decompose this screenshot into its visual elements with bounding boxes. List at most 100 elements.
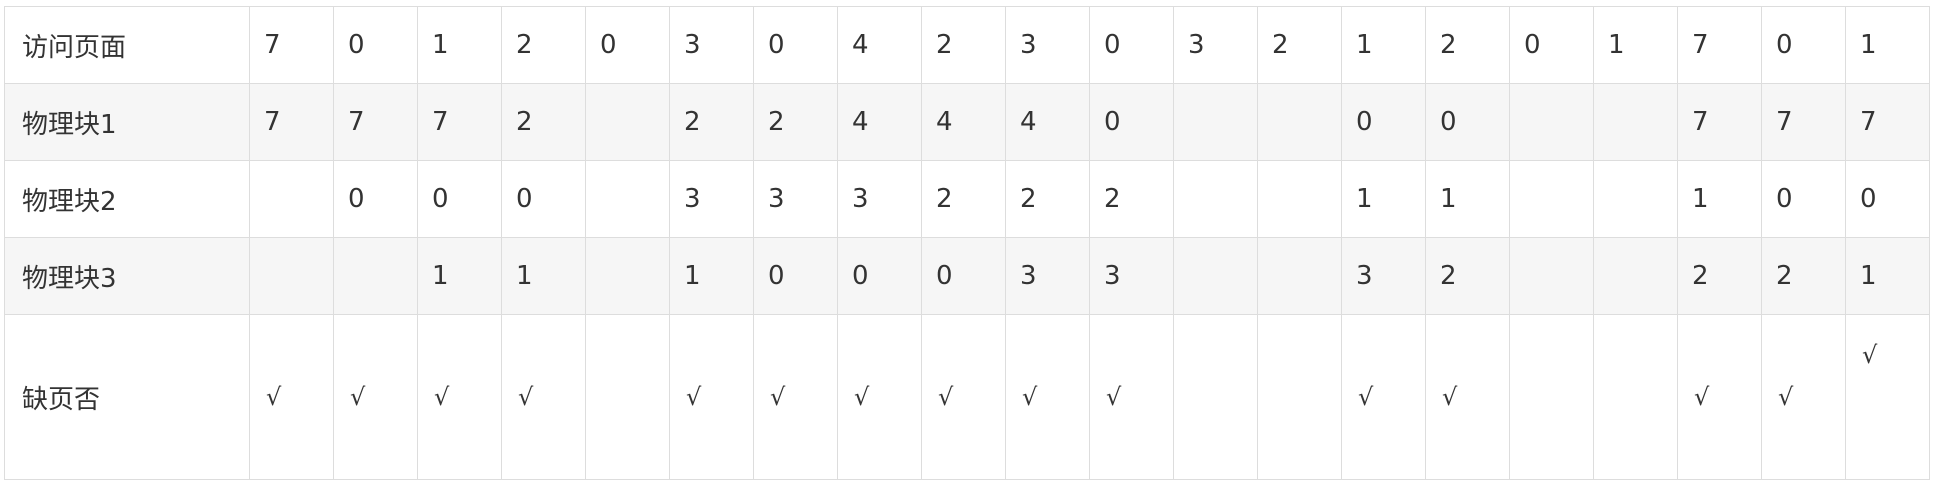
table-cell: 3: [1341, 237, 1426, 315]
page-fault-row: 缺页否 √ √ √ √ √ √ √ √ √ √ √ √ √ √ √: [4, 314, 1930, 480]
physical-block-1-row: 物理块1 7 7 7 2 2 2 4 4 4 0 0 0 7 7 7: [4, 83, 1930, 161]
table-cell: [249, 237, 334, 315]
table-cell: 0: [417, 160, 502, 238]
page-fault-cell: [1257, 314, 1342, 480]
table-cell: [585, 160, 670, 238]
table-cell: [1257, 160, 1342, 238]
table-cell: 3: [1005, 6, 1090, 84]
table-cell: 1: [1677, 160, 1762, 238]
table-cell: [249, 160, 334, 238]
page-fault-cell: √: [1845, 314, 1930, 480]
table-cell: 0: [921, 237, 1006, 315]
table-cell: 3: [837, 160, 922, 238]
table-cell: 4: [1005, 83, 1090, 161]
table-cell: 3: [669, 160, 754, 238]
table-cell: 2: [1257, 6, 1342, 84]
page-fault-cell: √: [1089, 314, 1174, 480]
table-cell: 2: [1005, 160, 1090, 238]
table-cell: 1: [669, 237, 754, 315]
page-fault-cell: [1593, 314, 1678, 480]
table-cell: 1: [1341, 6, 1426, 84]
table-cell: [1509, 237, 1594, 315]
row-label: 物理块2: [4, 160, 250, 238]
table-cell: 1: [1845, 6, 1930, 84]
table-cell: 0: [1845, 160, 1930, 238]
table-cell: 1: [1593, 6, 1678, 84]
page-fault-cell: [1509, 314, 1594, 480]
table-cell: 1: [417, 237, 502, 315]
table-cell: 1: [1845, 237, 1930, 315]
page-fault-cell: √: [333, 314, 418, 480]
page-fault-cell: √: [1425, 314, 1510, 480]
table-cell: 2: [753, 83, 838, 161]
physical-block-2-row: 物理块2 0 0 0 3 3 3 2 2 2 1 1 1 0 0: [4, 160, 1930, 238]
table-cell: 4: [921, 83, 1006, 161]
table-cell: 2: [1677, 237, 1762, 315]
table-cell: 1: [417, 6, 502, 84]
table-cell: 0: [753, 6, 838, 84]
table-cell: 3: [1005, 237, 1090, 315]
page-fault-cell: √: [837, 314, 922, 480]
table-cell: 0: [1761, 160, 1846, 238]
table-cell: 4: [837, 6, 922, 84]
table-cell: 7: [249, 6, 334, 84]
table-cell: 1: [1341, 160, 1426, 238]
page-fault-cell: √: [921, 314, 1006, 480]
page-fault-cell: [1173, 314, 1258, 480]
table-cell: 2: [669, 83, 754, 161]
table-cell: 2: [921, 6, 1006, 84]
table-cell: [1509, 160, 1594, 238]
table-cell: 0: [1425, 83, 1510, 161]
table-cell: 7: [1845, 83, 1930, 161]
table-cell: 3: [753, 160, 838, 238]
table-cell: 0: [1089, 6, 1174, 84]
page-fault-cell: √: [249, 314, 334, 480]
table-cell: [1593, 160, 1678, 238]
table-cell: [1593, 237, 1678, 315]
row-label: 物理块1: [4, 83, 250, 161]
page-fault-cell: √: [1677, 314, 1762, 480]
table-cell: 0: [333, 6, 418, 84]
table-cell: [585, 237, 670, 315]
table-body: 访问页面 7 0 1 2 0 3 0 4 2 3 0 3 2 1 2 0 1 7 0 1 物理块1 7 7 7 2 2 2 4 4 4 0 0 0…: [4, 6, 1930, 480]
table-cell: 0: [501, 160, 586, 238]
table-cell: [1173, 83, 1258, 161]
table-cell: 7: [417, 83, 502, 161]
table-cell: 2: [1425, 237, 1510, 315]
page-fault-cell: √: [417, 314, 502, 480]
physical-block-3-row: 物理块3 1 1 1 0 0 0 3 3 3 2 2 2 1: [4, 237, 1930, 315]
table-cell: [1593, 83, 1678, 161]
page-fault-cell: √: [1005, 314, 1090, 480]
row-label: 访问页面: [4, 6, 250, 84]
page-fault-cell: √: [1761, 314, 1846, 480]
table-cell: 4: [837, 83, 922, 161]
row-label: 物理块3: [4, 237, 250, 315]
table-cell: 3: [1173, 6, 1258, 84]
table-cell: [1509, 83, 1594, 161]
table-cell: 3: [669, 6, 754, 84]
table-cell: 0: [1761, 6, 1846, 84]
table-cell: 7: [333, 83, 418, 161]
page-fault-cell: √: [501, 314, 586, 480]
table-cell: 1: [1425, 160, 1510, 238]
table-cell: 0: [753, 237, 838, 315]
page-fault-cell: [585, 314, 670, 480]
table-cell: 0: [585, 6, 670, 84]
table-cell: 7: [1677, 6, 1762, 84]
table-cell: [585, 83, 670, 161]
table-cell: 7: [1761, 83, 1846, 161]
page-replacement-table: 访问页面 7 0 1 2 0 3 0 4 2 3 0 3 2 1 2 0 1 7 0 1 物理块1 7 7 7 2 2 2 4 4 4 0 0 0…: [4, 6, 1930, 480]
table-cell: 7: [249, 83, 334, 161]
table-cell: 2: [1761, 237, 1846, 315]
page-fault-cell: √: [1341, 314, 1426, 480]
table-cell: 0: [1509, 6, 1594, 84]
table-cell: 2: [1425, 6, 1510, 84]
table-cell: 3: [1089, 237, 1174, 315]
page-fault-cell: √: [753, 314, 838, 480]
table-container: 访问页面 7 0 1 2 0 3 0 4 2 3 0 3 2 1 2 0 1 7 0 1 物理块1 7 7 7 2 2 2 4 4 4 0 0 0…: [4, 6, 1930, 480]
table-cell: [1257, 83, 1342, 161]
table-cell: 0: [1341, 83, 1426, 161]
table-cell: 2: [921, 160, 1006, 238]
table-cell: [333, 237, 418, 315]
table-cell: 2: [501, 6, 586, 84]
